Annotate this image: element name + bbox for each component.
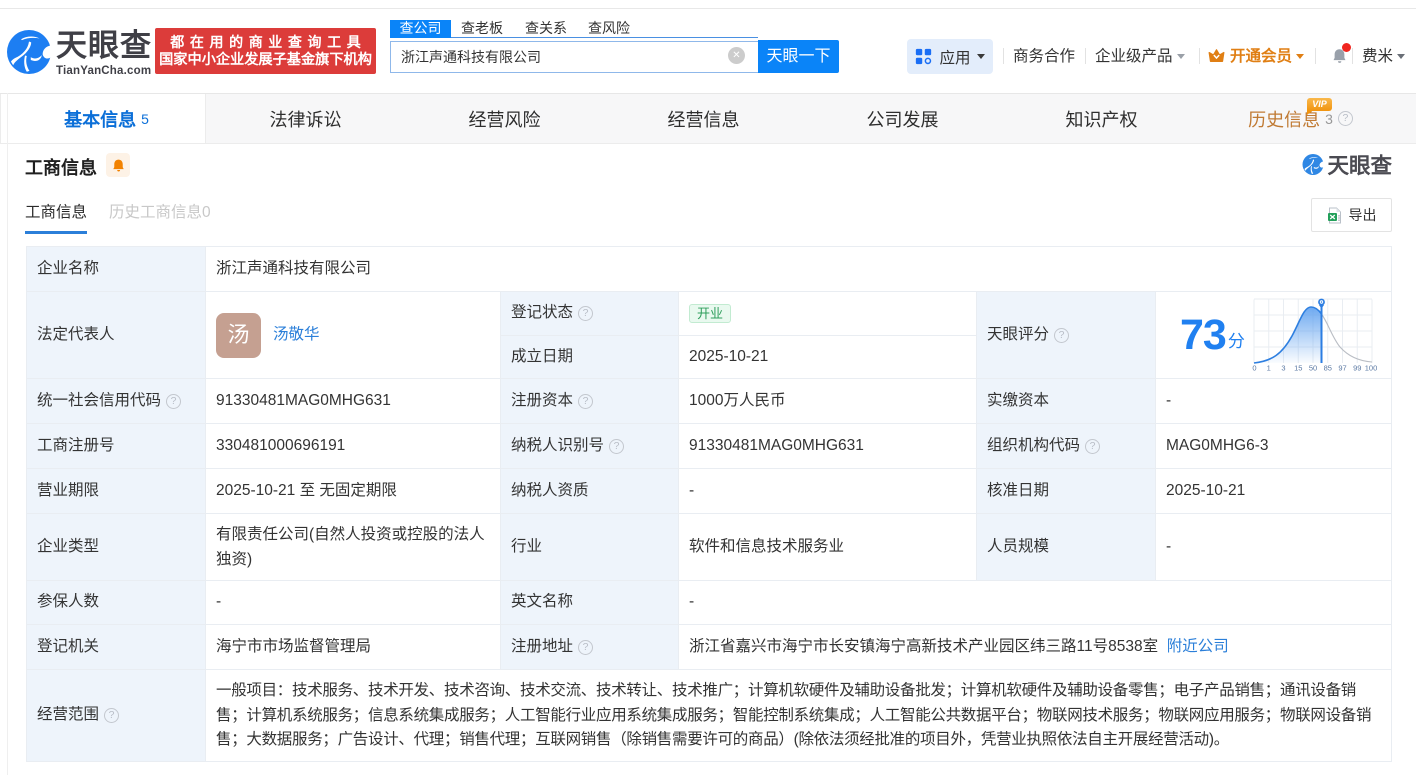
- svg-text:天眼查: 天眼查: [1328, 154, 1393, 176]
- svg-text:50: 50: [1309, 363, 1317, 371]
- svg-text:1: 1: [1267, 363, 1271, 371]
- svg-text:85: 85: [1323, 363, 1331, 371]
- svg-text:100: 100: [1365, 363, 1378, 371]
- svg-text:99: 99: [1353, 363, 1361, 371]
- svg-text:3: 3: [1281, 363, 1285, 371]
- svg-text:0: 0: [1252, 363, 1256, 371]
- svg-text:97: 97: [1338, 363, 1346, 371]
- svg-text:15: 15: [1294, 363, 1302, 371]
